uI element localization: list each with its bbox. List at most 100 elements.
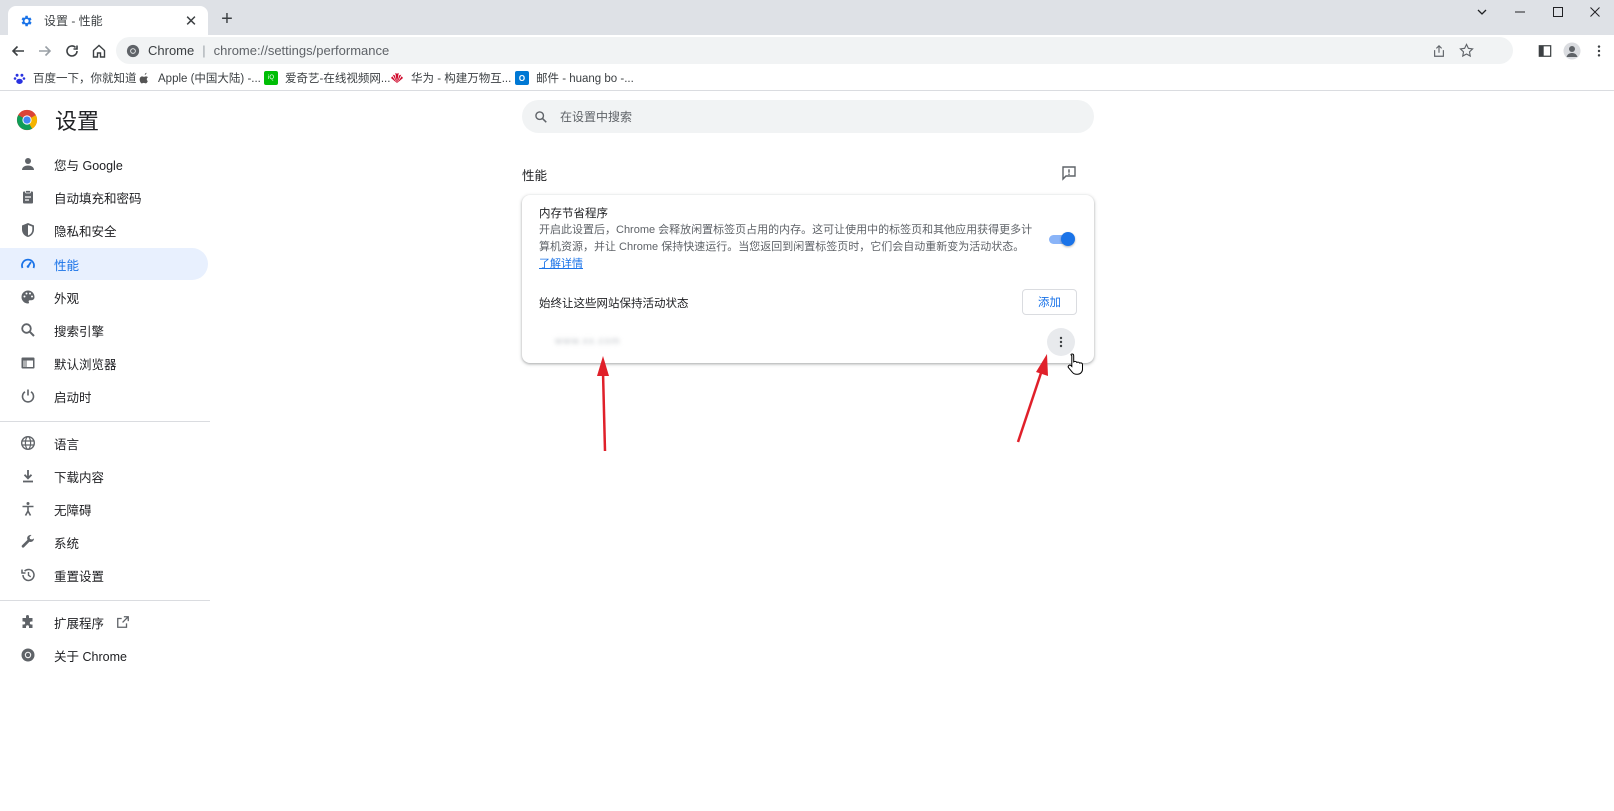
sidebar-item-label: 重置设置	[54, 569, 105, 584]
url-text[interactable]: chrome://settings/performance	[214, 43, 390, 58]
sidebar-item-label: 搜索引擎	[54, 324, 105, 339]
sidebar-item-on-startup[interactable]: 启动时	[0, 380, 208, 412]
bookmark-huawei[interactable]: 华为 - 构建万物互...	[390, 68, 511, 88]
site-entry-blurred: www.xx.com	[555, 336, 621, 347]
apple-icon	[137, 71, 151, 85]
home-icon	[92, 44, 106, 58]
bookmark-label: Apple (中国大陆) -...	[158, 73, 261, 85]
search-icon	[534, 110, 548, 124]
person-icon	[18, 154, 38, 174]
sidebar-item-search-engine[interactable]: 搜索引擎	[0, 314, 208, 346]
sidebar-item-about-chrome[interactable]: 关于 Chrome	[0, 639, 208, 671]
search-input[interactable]	[560, 109, 1060, 124]
sidebar-item-system[interactable]: 系统	[0, 526, 208, 558]
back-arrow-icon	[11, 45, 24, 57]
bookmark-apple[interactable]: Apple (中国大陆) -...	[137, 68, 261, 88]
always-active-sites-label: 始终让这些网站保持活动状态	[539, 298, 689, 310]
tab-strip: 设置 - 性能 ✕ +	[0, 0, 1614, 35]
sidebar-item-label: 语言	[54, 437, 80, 452]
annotation-arrow	[597, 356, 609, 452]
bookmark-label: 爱奇艺-在线视频网...	[285, 73, 391, 85]
sidebar-item-extensions[interactable]: 扩展程序	[0, 606, 208, 638]
kebab-menu-icon	[1597, 45, 1601, 57]
chrome-logo-icon	[18, 645, 38, 665]
maximize-icon	[1553, 7, 1563, 17]
site-more-actions-button[interactable]	[1047, 328, 1075, 356]
clipboard-icon	[18, 187, 38, 207]
add-site-button[interactable]: 添加	[1022, 289, 1077, 315]
bookmark-star-icon[interactable]	[1453, 37, 1479, 64]
url-separator: |	[202, 43, 206, 58]
download-icon	[18, 466, 38, 486]
sidebar-item-label: 下载内容	[54, 470, 105, 485]
sidebar-item-label: 自动填充和密码	[54, 191, 142, 206]
huawei-icon	[390, 71, 404, 85]
share-icon[interactable]	[1426, 37, 1452, 64]
maximize-button[interactable]	[1539, 0, 1577, 24]
sidebar-divider	[0, 421, 210, 422]
sidebar-item-default-browser[interactable]: 默认浏览器	[0, 347, 208, 379]
site-label: Chrome	[148, 43, 195, 58]
history-icon	[18, 565, 38, 585]
close-window-button[interactable]	[1576, 0, 1614, 24]
palette-icon	[18, 287, 38, 307]
sidebar-item-label: 关于 Chrome	[54, 649, 127, 664]
learn-more-link[interactable]: 了解详情	[539, 255, 583, 271]
memory-saver-title: 内存节省程序	[539, 208, 608, 220]
chrome-menu-button[interactable]	[1586, 38, 1612, 64]
memory-saver-description: 开启此设置后，Chrome 会释放闲置标签页占用的内存。这可让使用中的标签页和其…	[539, 224, 1033, 253]
puzzle-icon	[18, 612, 38, 632]
sidebar-item-downloads[interactable]: 下载内容	[0, 460, 208, 492]
side-panel-icon	[1538, 45, 1552, 57]
bookmark-outlook-mail[interactable]: O 邮件 - huang bo -...	[515, 68, 634, 88]
toolbar: Chrome | chrome://settings/performance	[0, 35, 1614, 66]
bookmarks-bar: 百度一下，你就知道 Apple (中国大陆) -... iQ 爱奇艺-在线视频网…	[0, 66, 1614, 91]
chevron-down-icon	[1477, 9, 1487, 15]
profile-button[interactable]	[1559, 38, 1585, 64]
close-tab-icon[interactable]: ✕	[182, 12, 200, 30]
minimize-button[interactable]	[1501, 0, 1539, 24]
section-title: 性能	[522, 169, 548, 183]
power-icon	[18, 386, 38, 406]
back-button[interactable]	[5, 38, 31, 64]
page-title: 设置	[55, 109, 100, 134]
memory-saver-card: 内存节省程序 开启此设置后，Chrome 会释放闲置标签页占用的内存。这可让使用…	[522, 195, 1094, 363]
sidebar-item-performance[interactable]: 性能	[0, 248, 208, 280]
forward-button[interactable]	[32, 38, 58, 64]
feedback-button[interactable]	[1058, 162, 1080, 184]
new-tab-button[interactable]: +	[217, 8, 237, 30]
tab-title: 设置 - 性能	[44, 14, 103, 28]
bookmark-label: 百度一下，你就知道	[33, 73, 137, 85]
sidebar-item-label: 您与 Google	[54, 158, 123, 173]
forward-arrow-icon	[39, 45, 52, 57]
sidebar-item-reset-settings[interactable]: 重置设置	[0, 559, 208, 591]
browser-tab[interactable]: 设置 - 性能 ✕	[8, 6, 208, 35]
settings-header: 设置	[16, 104, 99, 136]
bookmark-label: 邮件 - huang bo -...	[536, 73, 634, 85]
sidebar-item-appearance[interactable]: 外观	[0, 281, 208, 313]
sidebar-item-accessibility[interactable]: 无障碍	[0, 493, 208, 525]
baidu-paw-icon	[12, 71, 26, 85]
annotation-arrow	[1016, 354, 1048, 443]
browser-window-icon	[18, 353, 38, 373]
sidebar-item-label: 启动时	[54, 390, 92, 405]
accessibility-icon	[18, 499, 38, 519]
side-panel-button[interactable]	[1532, 38, 1558, 64]
sidebar-item-languages[interactable]: 语言	[0, 427, 208, 459]
address-bar[interactable]: Chrome | chrome://settings/performance	[116, 37, 1513, 64]
memory-saver-toggle[interactable]	[1049, 232, 1075, 246]
external-link-icon	[116, 615, 130, 629]
reload-button[interactable]	[59, 38, 85, 64]
sidebar-item-autofill[interactable]: 自动填充和密码	[0, 181, 208, 213]
tab-search-button[interactable]	[1463, 0, 1501, 24]
home-button[interactable]	[86, 38, 112, 64]
sidebar-item-you-and-google[interactable]: 您与 Google	[0, 148, 208, 180]
chrome-logo-icon	[126, 44, 140, 58]
bookmark-baidu[interactable]: 百度一下，你就知道	[12, 68, 137, 88]
settings-search-box[interactable]	[522, 100, 1094, 133]
sidebar-divider	[0, 600, 210, 601]
speedometer-icon	[18, 254, 38, 274]
sidebar-item-label: 系统	[54, 536, 80, 551]
sidebar-item-privacy[interactable]: 隐私和安全	[0, 214, 208, 246]
bookmark-iqiyi[interactable]: iQ 爱奇艺-在线视频网...	[264, 68, 390, 88]
